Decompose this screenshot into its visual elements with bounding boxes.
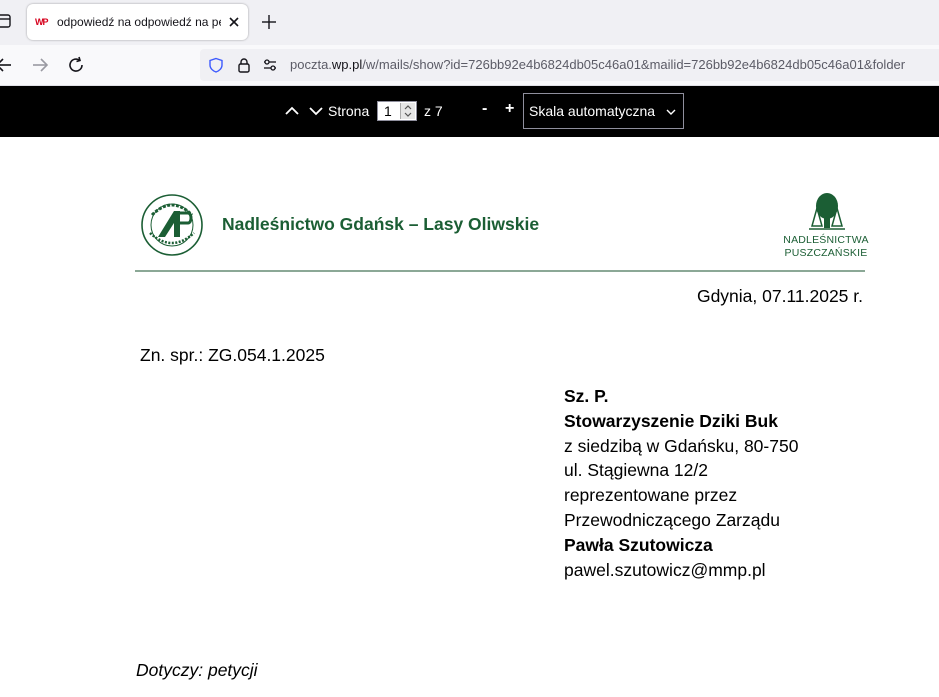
pdf-page: Nadleśnictwo Gdańsk – Lasy Oliwskie NADL…	[0, 137, 939, 697]
new-tab-plus-icon[interactable]	[259, 12, 279, 32]
next-page-chevron-down-icon[interactable]	[307, 102, 325, 120]
tracking-protection-shield-icon[interactable]	[208, 57, 224, 73]
page-number-input[interactable]: 1	[377, 101, 417, 121]
zoom-out-button[interactable]: -	[482, 100, 487, 118]
spinner-arrows-icon	[404, 105, 412, 117]
addressee-email: pawel.szutowicz@mmp.pl	[564, 559, 766, 580]
scale-select-value: Skala automatyczna	[529, 103, 656, 119]
page-number-value: 1	[384, 103, 392, 119]
address-bar[interactable]: poczta.wp.pl/w/mails/show?id=726bb92e4b6…	[200, 49, 939, 81]
addressee-name: Stowarzyszenie Dziki Buk	[564, 410, 778, 431]
forward-arrow-icon[interactable]	[30, 55, 50, 75]
chevron-down-icon	[666, 109, 676, 115]
addressee-line: ul. Stągiewna 12/2	[564, 460, 708, 481]
letter-subject: Dotyczy: petycji	[136, 660, 258, 680]
reference-number: Zn. spr.: ZG.054.1.2025	[140, 345, 325, 365]
browser-tab-bar: WP odpowiedź na odpowiedź na petycję	[0, 0, 939, 45]
reload-icon[interactable]	[66, 55, 86, 75]
close-tab-icon[interactable]	[226, 14, 242, 30]
tab-list-icon[interactable]	[0, 12, 12, 30]
lasy-panstwowe-logo-icon	[141, 194, 203, 256]
addressee-line: reprezentowane przez	[564, 485, 738, 506]
organization-name: Nadleśnictwo Gdańsk – Lasy Oliwskie	[222, 214, 540, 234]
tab-title: odpowiedź na odpowiedź na petycję	[57, 15, 221, 29]
scale-select[interactable]: Skala automatyczna	[523, 93, 684, 129]
page-label: Strona	[328, 103, 370, 119]
lock-icon[interactable]	[236, 57, 252, 73]
addressee-salutation: Sz. P.	[564, 386, 609, 406]
browser-nav-bar: poczta.wp.pl/w/mails/show?id=726bb92e4b6…	[0, 45, 939, 86]
wp-favicon-icon: WP	[35, 17, 49, 27]
back-arrow-icon[interactable]	[0, 55, 14, 75]
previous-page-chevron-up-icon[interactable]	[283, 102, 301, 120]
page-count-label: z 7	[424, 103, 443, 119]
letter-date: Gdynia, 07.11.2025 r.	[696, 286, 863, 306]
permissions-sliders-icon[interactable]	[262, 57, 278, 73]
browser-tab-active[interactable]: WP odpowiedź na odpowiedź na petycję	[27, 4, 248, 40]
pdf-toolbar: Strona 1 z 7 - + Skala automatyczna	[0, 86, 939, 137]
addressee-person: Pawła Szutowicza	[564, 534, 713, 555]
tree-logo-icon	[809, 193, 845, 230]
addressee-block: Sz. P. Stowarzyszenie Dziki Buk z siedzi…	[564, 384, 798, 582]
url-text[interactable]: poczta.wp.pl/w/mails/show?id=726bb92e4b6…	[290, 49, 905, 81]
header-divider	[135, 270, 865, 272]
addressee-line: z siedzibą w Gdańsku, 80-750	[564, 435, 799, 456]
addressee-line: Przewodniczącego Zarządu	[564, 509, 780, 530]
page-spinner[interactable]	[400, 103, 415, 119]
zoom-in-button[interactable]: +	[505, 100, 514, 118]
puszczanskie-logo-text: NADLEŚNICTWA PUSZCZAŃSKIE	[783, 234, 869, 259]
